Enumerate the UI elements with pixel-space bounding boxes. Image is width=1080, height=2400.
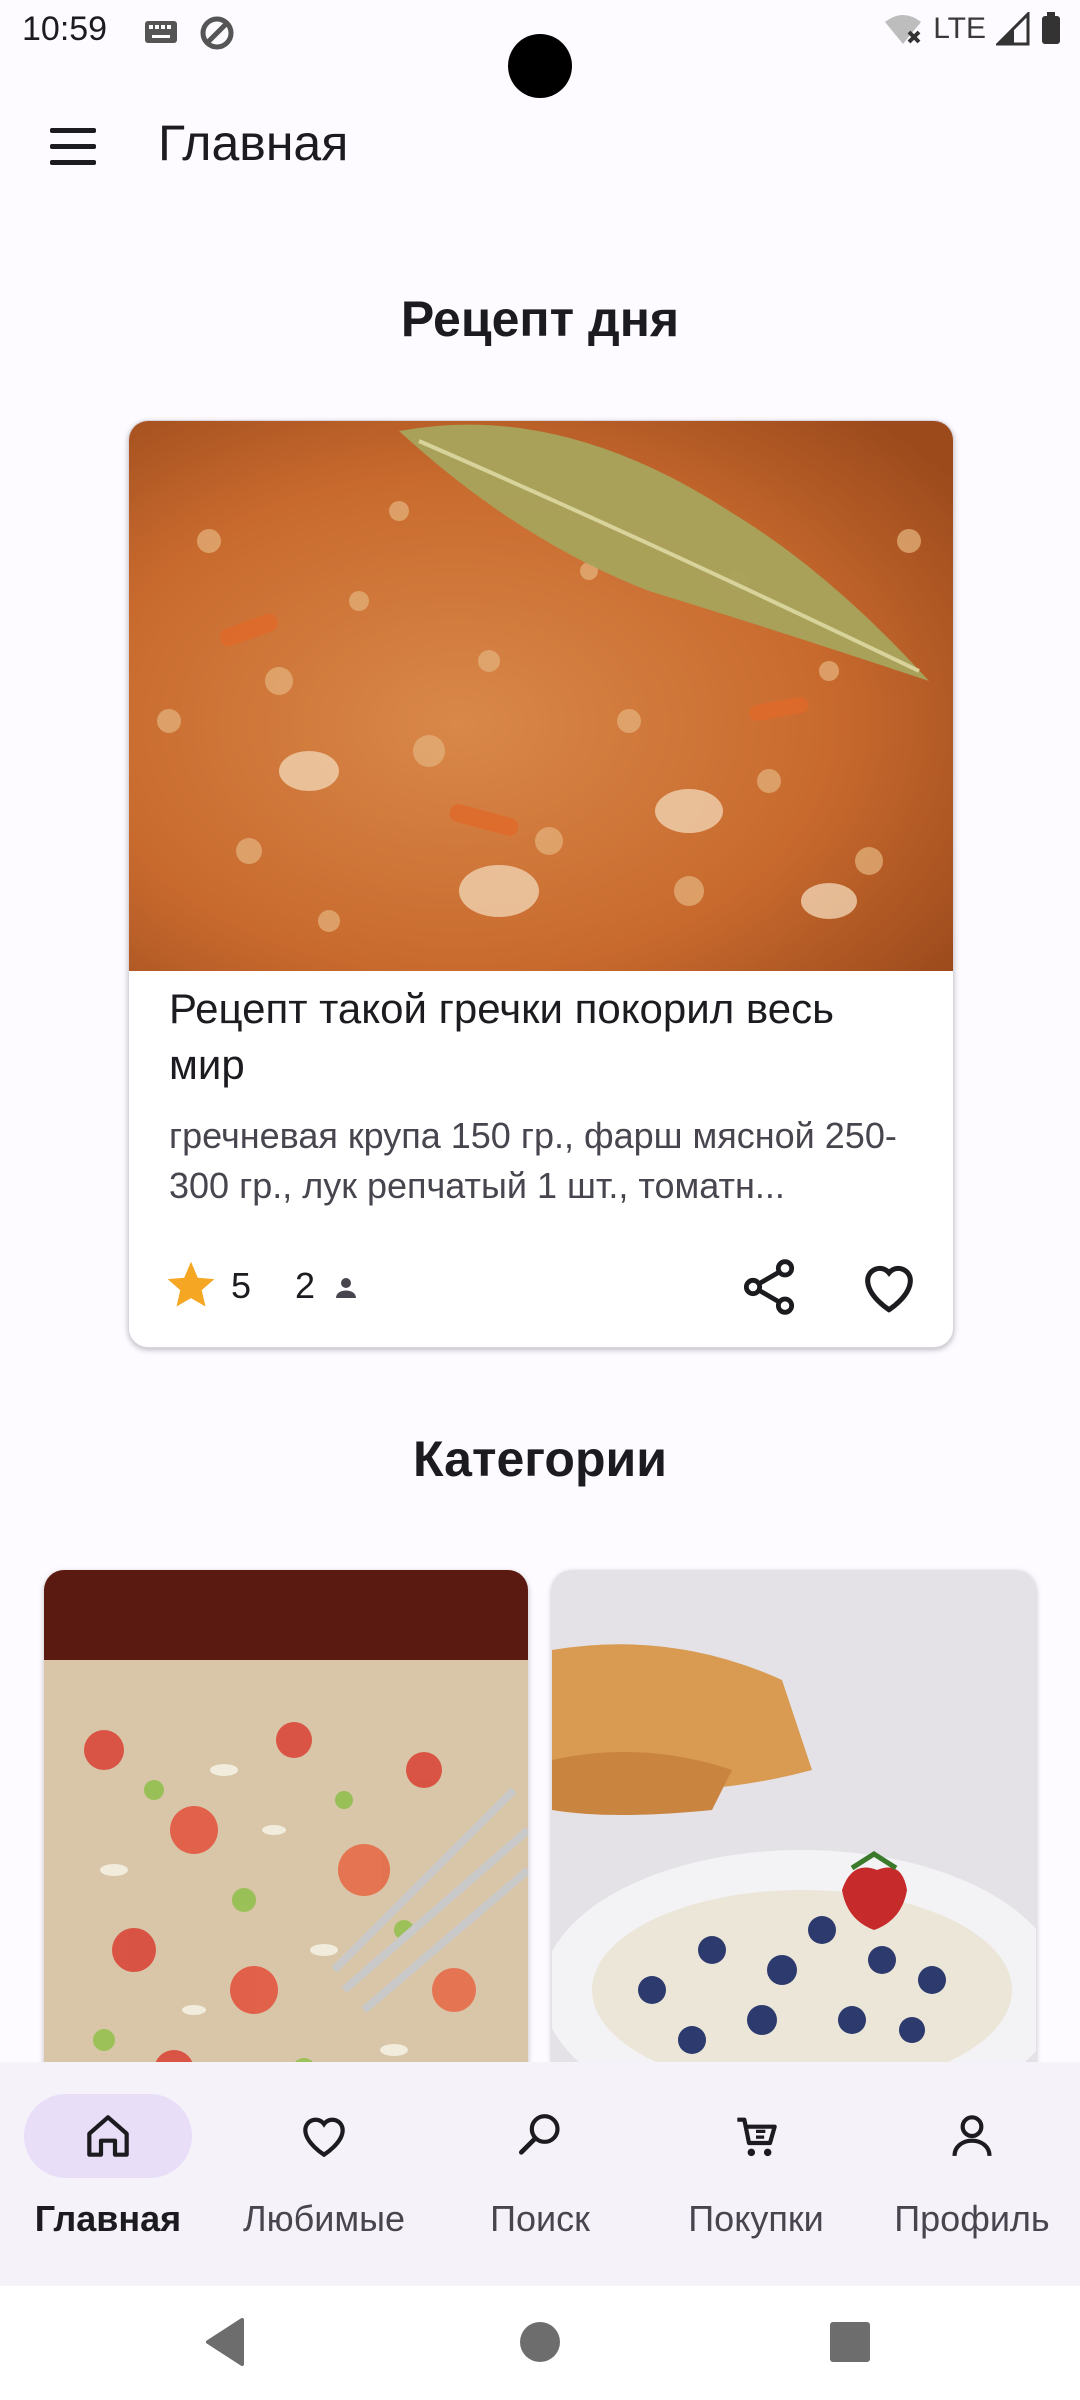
recipe-description: гречневая крупа 150 гр., фарш мясной 250… — [169, 1115, 897, 1206]
nav-item-home[interactable]: Главная — [0, 2062, 216, 2286]
system-navigation-bar — [0, 2286, 1080, 2400]
home-button[interactable] — [520, 2322, 560, 2362]
rating-value: 5 — [231, 1265, 252, 1306]
nav-label-home: Главная — [34, 2198, 182, 2239]
page-title: Главная — [158, 115, 349, 171]
back-icon[interactable] — [200, 2314, 248, 2370]
bottom-navigation: Главная Любимые Поиск Покупки Профиль — [0, 2062, 1080, 2286]
nav-item-search[interactable]: Поиск — [432, 2062, 648, 2286]
home-icon — [87, 2115, 129, 2157]
camera-cutout — [508, 34, 572, 98]
category-image-salad — [44, 1570, 528, 2130]
favorite-heart-icon[interactable] — [853, 1255, 925, 1319]
cart-icon — [737, 2117, 777, 2157]
status-indicators: LTE — [883, 12, 1062, 46]
nav-label-shopping: Покупки — [688, 2198, 824, 2239]
category-card[interactable] — [44, 1570, 528, 2130]
share-icon[interactable] — [737, 1255, 801, 1319]
recipe-title: Рецепт такой гречки покорил весь мир — [169, 985, 834, 1088]
categories-heading: Категории — [413, 1431, 667, 1487]
person-icon — [336, 1278, 356, 1298]
nav-label-profile: Профиль — [894, 2198, 1050, 2239]
category-card[interactable] — [552, 1570, 1036, 2130]
signal-icon — [996, 12, 1030, 46]
search-icon — [519, 2114, 560, 2155]
nav-item-profile[interactable]: Профиль — [864, 2062, 1080, 2286]
battery-icon — [1042, 12, 1060, 44]
heart-icon — [303, 2117, 345, 2158]
sync-icon — [198, 14, 236, 57]
menu-icon[interactable] — [44, 122, 104, 174]
nav-item-favorites[interactable]: Любимые — [216, 2062, 432, 2286]
nav-item-shopping[interactable]: Покупки — [648, 2062, 864, 2286]
top-app-bar: Главная — [0, 90, 1080, 202]
recipe-of-day-card[interactable]: Рецепт такой гречки покорил весь мир гре… — [128, 420, 954, 1348]
recipe-meta: 5 2 — [129, 1251, 953, 1331]
status-time: 10:59 — [22, 10, 108, 48]
recipe-of-day-heading: Рецепт дня — [400, 291, 680, 347]
nav-label-search: Поиск — [490, 2198, 590, 2239]
wifi-off-icon — [885, 15, 922, 44]
nav-label-favorites: Любимые — [243, 2198, 405, 2239]
category-image-breakfast — [552, 1570, 1036, 2130]
servings-value: 2 — [295, 1265, 316, 1306]
network-type: LTE — [933, 12, 986, 45]
keyboard-icon — [144, 20, 178, 49]
star-icon — [167, 1261, 215, 1307]
recipe-image — [129, 421, 953, 971]
profile-icon — [952, 2115, 992, 2157]
recents-button[interactable] — [830, 2322, 870, 2362]
